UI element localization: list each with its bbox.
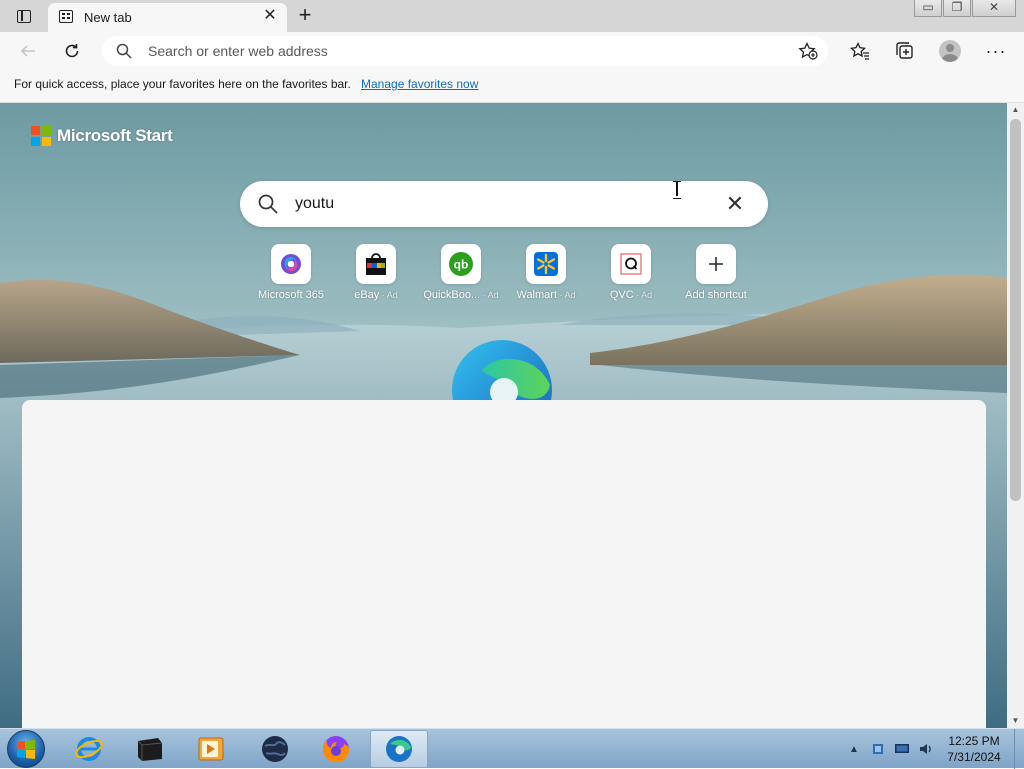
shortcut-ad-tag: · Ad bbox=[633, 290, 653, 300]
new-tab-favicon-icon bbox=[59, 10, 73, 23]
news-feed-panel bbox=[22, 400, 986, 728]
clock-date: 7/31/2024 bbox=[947, 750, 1001, 764]
favorites-bar: For quick access, place your favorites h… bbox=[0, 70, 1024, 103]
window-controls: ▭ ❐ ✕ bbox=[913, 0, 1016, 18]
shortcut-ebay[interactable]: eBay · Ad bbox=[334, 244, 418, 301]
more-dots-icon: ··· bbox=[985, 40, 1007, 61]
shortcut-label: Add shortcut bbox=[685, 289, 747, 301]
plus-icon bbox=[696, 244, 736, 284]
quickbooks-icon: qb bbox=[441, 244, 481, 284]
tab-actions-button[interactable] bbox=[8, 5, 40, 27]
shortcut-label: Microsoft 365 bbox=[257, 289, 325, 301]
globe-icon bbox=[262, 736, 288, 762]
taskbar-media-player[interactable] bbox=[182, 730, 240, 768]
microsoft-365-icon bbox=[271, 244, 311, 284]
shortcut-label: Walmart bbox=[516, 289, 558, 301]
scroll-up-arrow-icon[interactable]: ▲ bbox=[1007, 103, 1024, 117]
walmart-spark-icon bbox=[526, 244, 566, 284]
tab-close-button[interactable]: ✕ bbox=[262, 8, 278, 24]
profile-button[interactable] bbox=[938, 39, 962, 63]
star-add-icon bbox=[798, 41, 818, 60]
clock-time: 12:25 PM bbox=[948, 734, 1000, 748]
favorites-button[interactable] bbox=[848, 39, 872, 63]
svg-text:qb: qb bbox=[454, 258, 469, 272]
shortcut-ad-tag: · Ad bbox=[379, 290, 398, 300]
refresh-button[interactable] bbox=[60, 39, 84, 63]
tab-title: New tab bbox=[84, 10, 132, 25]
address-input[interactable] bbox=[148, 36, 748, 66]
edge-icon bbox=[386, 736, 412, 762]
shortcut-quickbooks[interactable]: qb QuickBoo... · Ad bbox=[419, 244, 503, 301]
shortcut-label: QVC bbox=[609, 289, 634, 301]
internet-explorer-icon bbox=[75, 737, 103, 761]
address-bar[interactable] bbox=[102, 36, 828, 66]
new-tab-button[interactable]: + bbox=[293, 4, 317, 28]
taskbar-terminal[interactable] bbox=[121, 730, 179, 768]
show-hidden-icons-button[interactable]: ▲ bbox=[842, 729, 866, 769]
taskbar-edge-active[interactable] bbox=[370, 730, 428, 768]
favorites-bar-message: For quick access, place your favorites h… bbox=[14, 77, 351, 91]
favorites-list-icon bbox=[850, 42, 869, 60]
web-search-box[interactable]: ✕ bbox=[240, 181, 768, 227]
manage-favorites-link[interactable]: Manage favorites now bbox=[361, 77, 478, 91]
shortcut-qvc[interactable]: QVC · Ad bbox=[589, 244, 673, 301]
tab-new-tab[interactable]: New tab ✕ bbox=[48, 3, 287, 32]
ebay-bag-icon bbox=[356, 244, 396, 284]
start-button[interactable] bbox=[7, 730, 45, 768]
add-shortcut-button[interactable]: Add shortcut bbox=[674, 244, 758, 301]
minimize-button[interactable]: ▭ bbox=[914, 0, 942, 17]
search-icon bbox=[116, 43, 132, 59]
scroll-down-arrow-icon[interactable]: ▼ bbox=[1007, 714, 1024, 728]
shortcut-ad-tag: · Ad bbox=[557, 290, 576, 300]
taskbar-globe-app[interactable] bbox=[246, 730, 304, 768]
taskbar: ▲ 12:25 PM 7/31/2024 bbox=[0, 728, 1024, 769]
windows-logo-icon bbox=[17, 740, 35, 759]
shortcut-ad-tag: · Ad bbox=[480, 290, 499, 300]
shortcut-walmart[interactable]: Walmart · Ad bbox=[504, 244, 588, 301]
restore-button[interactable]: ❐ bbox=[943, 0, 971, 17]
tab-actions-icon bbox=[17, 9, 31, 23]
text-cursor bbox=[673, 181, 681, 199]
terminal-icon bbox=[137, 738, 163, 761]
microsoft-start-brand[interactable]: Microsoft Start bbox=[31, 125, 173, 147]
monitor-icon[interactable] bbox=[890, 729, 914, 769]
microsoft-logo-icon bbox=[31, 126, 51, 146]
collections-icon bbox=[896, 42, 913, 59]
shortcut-microsoft-365[interactable]: Microsoft 365 bbox=[249, 244, 333, 301]
qvc-icon bbox=[611, 244, 651, 284]
settings-and-more-button[interactable]: ··· bbox=[984, 39, 1008, 63]
new-tab-page: Microsoft Start ✕ Microsoft 365 eBay · A… bbox=[0, 103, 1007, 728]
shortcut-label: QuickBoo... bbox=[423, 289, 481, 301]
tab-strip: New tab ✕ + ▭ ❐ ✕ bbox=[0, 0, 1024, 32]
back-arrow-icon bbox=[20, 45, 35, 57]
close-window-button[interactable]: ✕ bbox=[972, 0, 1016, 17]
network-icon[interactable] bbox=[866, 729, 890, 769]
clear-search-button[interactable]: ✕ bbox=[724, 193, 746, 215]
add-favorite-button[interactable] bbox=[798, 41, 818, 63]
scrollbar-thumb[interactable] bbox=[1010, 119, 1021, 501]
back-button[interactable] bbox=[16, 39, 40, 63]
media-player-icon bbox=[198, 737, 224, 761]
browser-toolbar: ··· bbox=[0, 32, 1024, 70]
refresh-icon bbox=[65, 44, 79, 58]
taskbar-internet-explorer[interactable] bbox=[60, 730, 118, 768]
firefox-icon bbox=[323, 736, 350, 763]
system-tray: ▲ bbox=[842, 729, 938, 769]
collections-button[interactable] bbox=[893, 39, 917, 63]
microsoft-start-title: Microsoft Start bbox=[57, 126, 173, 145]
taskbar-firefox[interactable] bbox=[307, 730, 365, 768]
web-search-input[interactable] bbox=[295, 181, 695, 227]
search-icon bbox=[258, 194, 278, 214]
taskbar-clock[interactable]: 12:25 PM 7/31/2024 bbox=[934, 733, 1014, 765]
show-desktop-button[interactable] bbox=[1014, 729, 1024, 769]
avatar bbox=[939, 40, 961, 62]
page-scrollbar[interactable]: ▲ ▼ bbox=[1007, 103, 1024, 728]
shortcut-label: eBay bbox=[354, 289, 380, 301]
